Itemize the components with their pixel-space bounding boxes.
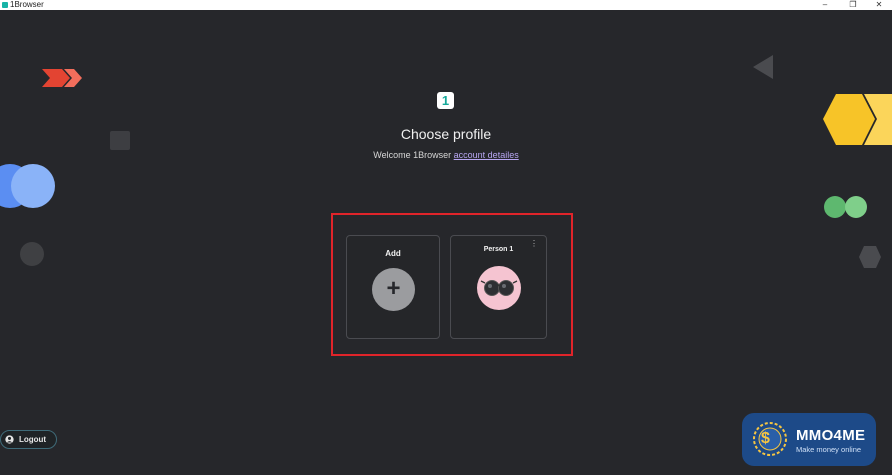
plus-icon[interactable]: +	[372, 268, 415, 311]
red-arrow-shape	[42, 69, 82, 87]
blue-circles-shape	[0, 164, 55, 208]
dollar-coin-icon	[753, 422, 787, 456]
gray-hexagon-shape	[859, 246, 881, 268]
green-circles-shape	[824, 196, 867, 218]
welcome-prefix: Welcome 1Browser	[373, 150, 454, 160]
restore-button[interactable]: ❐	[840, 0, 866, 10]
sunglasses-avatar-icon	[477, 266, 521, 310]
page-title: Choose profile	[400, 126, 492, 142]
window-titlebar: 1Browser – ❐ ✕	[0, 0, 892, 10]
close-button[interactable]: ✕	[866, 0, 892, 10]
logout-button[interactable]: Logout	[0, 430, 57, 449]
more-options-icon[interactable]: ⋮	[530, 240, 538, 248]
app-icon	[2, 2, 8, 8]
app-logo: 1	[437, 92, 454, 109]
window-title: 1Browser	[10, 0, 44, 9]
welcome-text: Welcome 1Browser account detailes	[0, 150, 892, 160]
minimize-button[interactable]: –	[812, 0, 838, 10]
user-icon	[5, 435, 14, 444]
gray-circle-shape	[20, 242, 44, 266]
logout-label: Logout	[19, 435, 47, 444]
dollar-symbol: $	[761, 430, 770, 447]
add-profile-card[interactable]: Add +	[346, 235, 440, 339]
add-profile-label: Add	[385, 249, 401, 258]
account-details-link[interactable]: account detailes	[454, 150, 519, 160]
watermark-tagline: Make money online	[796, 445, 862, 454]
mmo4me-watermark: $ MMO4ME Make money online	[742, 413, 876, 466]
gray-triangle-shape	[753, 55, 773, 79]
watermark-brand: MMO4ME	[796, 427, 866, 444]
profile-card-person-1[interactable]: Person 1 ⋮	[450, 235, 547, 339]
